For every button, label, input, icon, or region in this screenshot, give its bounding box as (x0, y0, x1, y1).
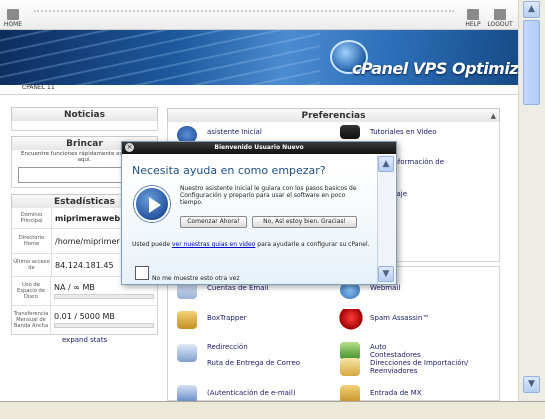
help-icon (467, 9, 479, 20)
video-guides-link[interactable]: ver nuestras guias en video (172, 241, 255, 248)
collapse-arrow-icon[interactable]: ▲ (491, 109, 496, 123)
banner-cables-graphic (0, 30, 320, 85)
noticias-body (11, 121, 158, 131)
spamassassin-link[interactable]: Spam Assassin™ (370, 314, 429, 322)
video-icon[interactable] (340, 125, 360, 139)
status-bar (0, 401, 545, 419)
decline-button[interactable]: No, Así estoy bien. Gracias! (252, 216, 357, 228)
boxtrapper-icon[interactable] (177, 311, 197, 329)
logout-button[interactable]: LOGOUT (487, 9, 513, 28)
start-now-button[interactable]: Comenzar Ahora! (180, 216, 247, 228)
stat-label: Último acceso de (12, 254, 52, 276)
autoresponders-link[interactable]: Auto Contestadores (370, 343, 430, 359)
modal-description: Nuestro asistente inicial le guiara con … (180, 185, 357, 206)
help-button[interactable]: HELP (462, 9, 484, 28)
scroll-thumb[interactable] (523, 20, 540, 105)
scroll-up-button[interactable]: ▲ (523, 1, 540, 18)
mail-routing-link[interactable]: Ruta de Entrega de Correo (207, 359, 300, 367)
home-button[interactable]: HOME (2, 9, 24, 28)
dont-show-checkbox[interactable] (135, 266, 149, 280)
stat-value: 0.01 / 5000 MB (51, 306, 157, 334)
disk-usage-bar (54, 294, 154, 299)
stat-label: Transferencia Mensual de Banda Ancha (12, 306, 51, 334)
email-auth-link[interactable]: (Autenticación de e-mail) (207, 389, 296, 397)
asistente-inicial-link[interactable]: asistente Inicial (207, 128, 262, 136)
stat-label: Dominio Principal (12, 208, 52, 228)
breadcrumb[interactable]: CPANEL 11 (22, 84, 55, 91)
logout-icon (494, 9, 506, 20)
cpanel-logo-text: cPanel VPS Optimized3 (352, 59, 518, 78)
import-addresses-link[interactable]: Direcciones de Importación/ Reenviadores (370, 359, 480, 375)
spamassassin-icon[interactable] (337, 309, 365, 331)
dont-show-label: No me muestre esto otra vez (152, 275, 240, 282)
home-icon (7, 9, 19, 20)
help-label: HELP (465, 21, 481, 28)
modal-title: Bienvenido Usuario Nuevo (122, 142, 396, 154)
modal-heading: Necesita ayuda en como empezar? (132, 164, 326, 177)
home-label: HOME (3, 21, 23, 28)
bandwidth-bar (54, 323, 154, 328)
toolbar-divider (34, 10, 454, 12)
logout-label: LOGOUT (487, 21, 513, 28)
forwarders-link[interactable]: Redirección (207, 343, 248, 351)
breadcrumb-bar (0, 85, 518, 95)
top-toolbar: HOME HELP LOGOUT (0, 0, 518, 30)
welcome-modal: Bienvenido Usuario Nuevo × Necesita ayud… (121, 141, 397, 285)
webmail-link[interactable]: Webmail (370, 284, 400, 292)
play-icon[interactable] (134, 186, 170, 222)
import-icon[interactable] (340, 358, 360, 376)
modal-footer-text: Usted puede ver nuestras guias en video … (132, 241, 370, 248)
expand-stats-link[interactable]: expand stats (62, 336, 107, 344)
bandwidth-text: 0.01 / 5000 MB (54, 312, 115, 321)
page-scrollbar[interactable]: ▲ ▼ (518, 0, 545, 401)
stat-label: Directorio Home (12, 229, 52, 253)
scroll-down-button[interactable]: ▼ (523, 376, 540, 393)
video-tutorials-link[interactable]: Tutoriales en Video (370, 128, 437, 136)
email-accounts-link[interactable]: Cuentas de Email (207, 284, 268, 292)
boxtrapper-link[interactable]: BoxTrapper (207, 314, 247, 322)
stat-row: Transferencia Mensual de Banda Ancha 0.0… (12, 306, 157, 334)
modal-scroll-down-button[interactable]: ▼ (378, 266, 394, 282)
cpanel-banner: cPanel VPS Optimized3 (0, 30, 518, 85)
mx-entry-link[interactable]: Entrada de MX (370, 389, 422, 397)
stat-label: Uso de Espacio de Disco (12, 277, 51, 305)
forwarder-icon[interactable] (177, 344, 197, 362)
modal-scrollbar[interactable]: ▲ ▼ (377, 155, 395, 284)
close-icon[interactable]: × (125, 143, 134, 152)
modal-scroll-up-button[interactable]: ▲ (378, 156, 394, 172)
